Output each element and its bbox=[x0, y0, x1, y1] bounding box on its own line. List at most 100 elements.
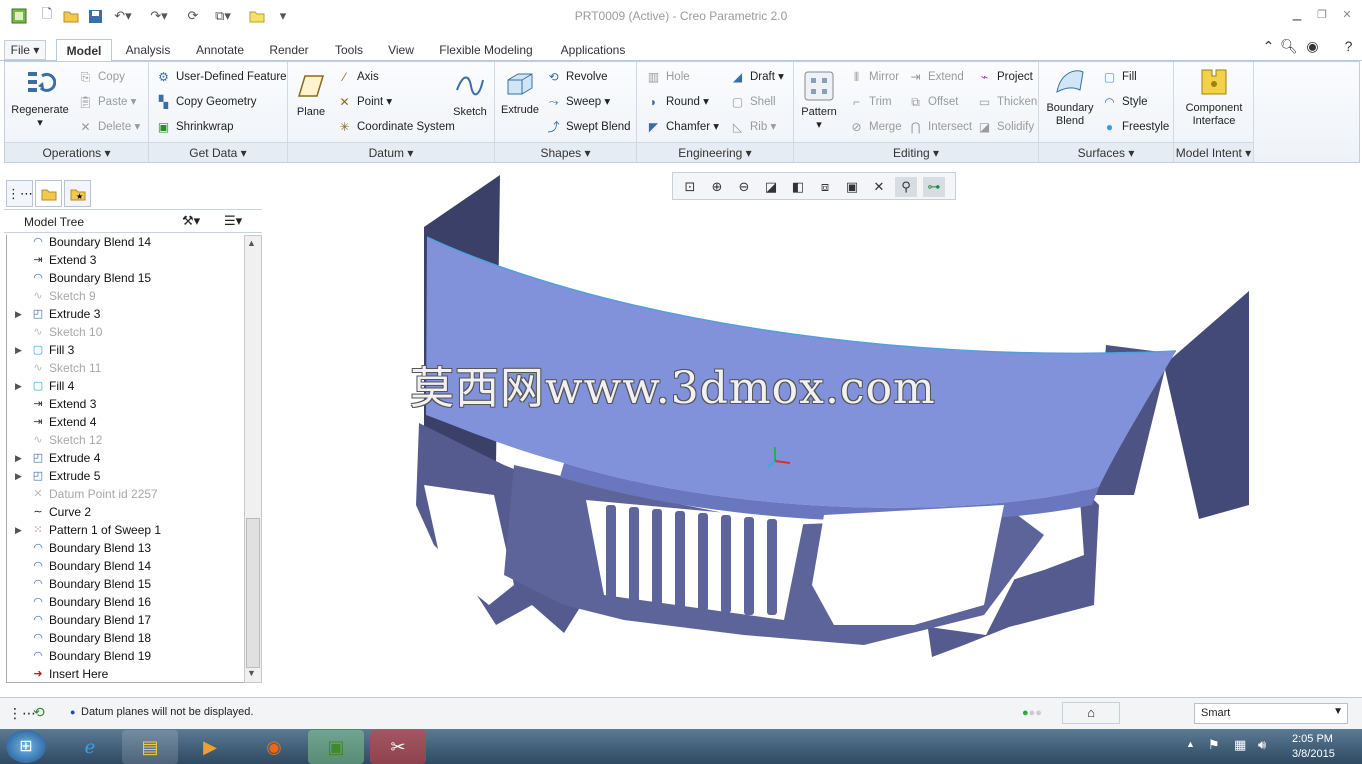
media-player-icon[interactable]: ▶ bbox=[182, 730, 238, 764]
tab-model[interactable]: Model bbox=[56, 39, 112, 62]
extend-button[interactable]: ⇥ Extend bbox=[907, 68, 963, 86]
close-button[interactable]: ✕ bbox=[1338, 8, 1356, 22]
model-intent-group-menu[interactable]: Model Intent ▾ bbox=[1174, 142, 1253, 162]
round-button[interactable]: ◗ Round ▾ bbox=[645, 93, 709, 111]
internet-explorer-icon[interactable]: ℯ bbox=[62, 730, 118, 764]
tab-applications[interactable]: Applications bbox=[548, 39, 638, 61]
show-options-icon[interactable]: ☰▾ bbox=[224, 213, 242, 229]
minimize-button[interactable]: ▁ bbox=[1288, 8, 1306, 22]
snipping-tool-icon[interactable]: ✂ bbox=[370, 730, 426, 764]
project-button[interactable]: ⌁ Project bbox=[976, 68, 1033, 86]
expand-arrow-icon[interactable]: ▶ bbox=[15, 467, 22, 485]
spin-center-icon[interactable]: ⚲ bbox=[895, 177, 917, 197]
scroll-up-icon[interactable]: ▲ bbox=[247, 238, 256, 248]
shell-button[interactable]: ▢ Shell bbox=[729, 93, 776, 111]
zoom-out-icon[interactable]: ⊖ bbox=[733, 177, 755, 197]
tab-tools[interactable]: Tools bbox=[324, 39, 374, 61]
volume-icon[interactable]: 🔊︎ bbox=[1258, 737, 1266, 753]
repaint-icon[interactable]: ◪ bbox=[760, 177, 782, 197]
freestyle-button[interactable]: ● Freestyle bbox=[1101, 118, 1169, 136]
style-button[interactable]: ◠ Style bbox=[1101, 93, 1147, 111]
expand-arrow-icon[interactable]: ▶ bbox=[15, 305, 22, 323]
annotation-display-icon[interactable]: ⊶ bbox=[923, 177, 945, 197]
tab-view[interactable]: View bbox=[378, 39, 424, 61]
operations-group-menu[interactable]: Operations ▾ bbox=[5, 142, 148, 162]
hole-button[interactable]: ▥ Hole bbox=[645, 68, 690, 86]
axis-button[interactable]: ⁄ Axis bbox=[336, 68, 378, 86]
action-center-icon[interactable]: ⚑ bbox=[1208, 737, 1220, 753]
delete-button[interactable]: ✕ Delete ▾ bbox=[77, 118, 140, 136]
tab-file[interactable]: File ▾ bbox=[4, 40, 46, 60]
display-style-icon[interactable]: ◧ bbox=[787, 177, 809, 197]
tab-analysis[interactable]: Analysis bbox=[114, 39, 182, 61]
sweep-button[interactable]: ⤳ Sweep ▾ bbox=[545, 93, 610, 111]
fill-button[interactable]: ▢ Fill bbox=[1101, 68, 1137, 86]
editing-group-menu[interactable]: Editing ▾ bbox=[794, 142, 1038, 162]
minimize-ribbon-icon[interactable]: ⌃ bbox=[1260, 38, 1277, 55]
tab-render[interactable]: Render bbox=[258, 39, 320, 61]
engineering-group-menu[interactable]: Engineering ▾ bbox=[637, 142, 793, 162]
solidify-button[interactable]: ◪ Solidify bbox=[976, 118, 1034, 136]
firefox-icon[interactable]: ◉ bbox=[246, 730, 302, 764]
regenerate-button[interactable]: Regenerate ▾ bbox=[9, 68, 71, 130]
scroll-down-icon[interactable]: ▼ bbox=[247, 668, 256, 678]
clock-date[interactable]: 3/8/2015 bbox=[1292, 748, 1335, 760]
surfaces-group-menu[interactable]: Surfaces ▾ bbox=[1039, 142, 1173, 162]
sketch-button[interactable]: Sketch bbox=[450, 70, 490, 119]
help-icon[interactable]: ? bbox=[1340, 38, 1357, 55]
view-manager-icon[interactable]: ▣ bbox=[841, 177, 863, 197]
extrude-button[interactable]: Extrude bbox=[497, 68, 543, 117]
draft-button[interactable]: ◢ Draft ▾ bbox=[729, 68, 784, 86]
swept-blend-button[interactable]: ⤴ Swept Blend bbox=[545, 118, 630, 136]
shrinkwrap-button[interactable]: ▣ Shrinkwrap bbox=[155, 118, 234, 136]
expand-arrow-icon[interactable]: ▶ bbox=[15, 449, 22, 467]
datum-display-filters-icon[interactable]: ✕ bbox=[868, 177, 890, 197]
start-button[interactable]: ⊞ bbox=[6, 730, 46, 763]
bumper-model[interactable] bbox=[264, 165, 1362, 695]
thicken-button[interactable]: ▭ Thicken bbox=[976, 93, 1037, 111]
model-tree-scrollbar[interactable]: ▲ ▼ bbox=[244, 235, 262, 683]
component-interface-button[interactable]: Component Interface bbox=[1178, 66, 1250, 128]
graphics-window[interactable]: 莫西网www.3dmox.com bbox=[264, 165, 1362, 695]
scroll-thumb[interactable] bbox=[246, 518, 260, 668]
folder-browser-tab-icon[interactable] bbox=[35, 180, 62, 207]
refit-icon[interactable]: ⊡ bbox=[679, 177, 701, 197]
find-icon[interactable]: ⌂ bbox=[1062, 702, 1120, 724]
selection-filter-dropdown[interactable]: Smart ▼ bbox=[1194, 703, 1348, 724]
toggle-navigator-icon[interactable]: ⋮⋯ bbox=[8, 705, 36, 722]
settings-tools-icon[interactable]: ⚒▾ bbox=[182, 213, 200, 229]
point-button[interactable]: ✕ Point ▾ bbox=[336, 93, 392, 111]
show-hidden-icons-icon[interactable]: ▲ bbox=[1186, 739, 1195, 749]
get-data-group-menu[interactable]: Get Data ▾ bbox=[149, 142, 287, 162]
mirror-button[interactable]: ⫴ Mirror bbox=[848, 68, 899, 86]
toggle-browser-icon[interactable]: ⟲ bbox=[33, 704, 45, 721]
shapes-group-menu[interactable]: Shapes ▾ bbox=[495, 142, 636, 162]
copy-geometry-button[interactable]: ▚ Copy Geometry bbox=[155, 93, 257, 111]
zoom-in-icon[interactable]: ⊕ bbox=[706, 177, 728, 197]
chamfer-button[interactable]: ◤ Chamfer ▾ bbox=[645, 118, 719, 136]
help-center-icon[interactable]: ◉ bbox=[1304, 38, 1321, 55]
saved-orientations-icon[interactable]: ⧈ bbox=[814, 177, 836, 197]
rib-button[interactable]: ◺ Rib ▾ bbox=[729, 118, 776, 136]
model-tree-tab-icon[interactable]: ⋮⋯ bbox=[6, 180, 33, 207]
model-tree-list[interactable]: ◠ Boundary Blend 14 ⇥ Extend 3 ◠ Boundary Ble… bbox=[6, 235, 244, 683]
revolve-button[interactable]: ⟲ Revolve bbox=[545, 68, 607, 86]
plane-button[interactable]: Plane bbox=[292, 70, 330, 119]
expand-arrow-icon[interactable]: ▶ bbox=[15, 341, 22, 359]
user-defined-feature-button[interactable]: ⚙ User-Defined Feature bbox=[155, 68, 286, 86]
creo-taskbar-icon[interactable]: ▣ bbox=[308, 730, 364, 764]
datum-group-menu[interactable]: Datum ▾ bbox=[288, 142, 494, 162]
pattern-button[interactable]: Pattern ▾ bbox=[798, 70, 840, 132]
trim-button[interactable]: ⌐ Trim bbox=[848, 93, 892, 111]
boundary-blend-button[interactable]: Boundary Blend bbox=[1041, 66, 1099, 128]
expand-arrow-icon[interactable]: ▶ bbox=[15, 521, 22, 539]
file-explorer-icon[interactable]: ▤ bbox=[122, 730, 178, 764]
clock-time[interactable]: 2:05 PM bbox=[1292, 733, 1333, 745]
favorites-tab-icon[interactable]: ★ bbox=[64, 180, 91, 207]
intersect-button[interactable]: ⋂ Intersect bbox=[907, 118, 973, 136]
tab-flexible-modeling[interactable]: Flexible Modeling bbox=[428, 39, 544, 61]
network-icon[interactable]: ▦ bbox=[1234, 737, 1246, 753]
paste-button[interactable]: 📋︎ Paste ▾ bbox=[77, 93, 137, 111]
merge-button[interactable]: ⊘ Merge bbox=[848, 118, 901, 136]
offset-button[interactable]: ⧉ Offset bbox=[907, 93, 958, 111]
